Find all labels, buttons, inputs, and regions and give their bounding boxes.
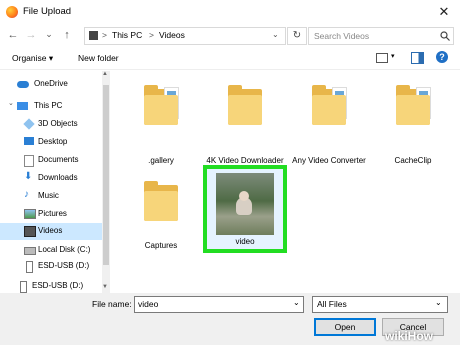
wikihow-watermark: wikiHow (385, 329, 434, 343)
navigation-pane: OneDrive This PC 3D Objects Desktop Docu… (0, 71, 104, 293)
sidebar-item-3d-objects[interactable]: 3D Objects (0, 117, 100, 132)
music-icon: ♪ (24, 189, 29, 200)
document-icon (24, 155, 34, 167)
download-icon: ⬇ (24, 171, 33, 182)
open-button[interactable]: Open (314, 318, 376, 336)
toolbar: Organise ▾ New folder ▾ ? (0, 47, 460, 70)
up-icon[interactable]: ↑ (60, 28, 74, 42)
search-icon (440, 31, 450, 41)
help-icon[interactable]: ? (436, 51, 448, 63)
video-thumbnail (216, 173, 274, 235)
sidebar-item-videos[interactable]: Videos (0, 223, 102, 240)
file-label: video (235, 237, 255, 246)
sidebar-item-downloads[interactable]: ⬇ Downloads (0, 171, 100, 186)
sidebar-item-onedrive[interactable]: OneDrive (0, 77, 100, 92)
sidebar-item-label: OneDrive (34, 79, 68, 88)
breadcrumb-this-pc[interactable]: This PC (112, 30, 142, 40)
folder-icon (144, 85, 179, 125)
folder-label: .gallery (148, 156, 174, 165)
sidebar-item-esd-usb[interactable]: ESD-USB (D:) (0, 259, 100, 274)
folder-item[interactable]: Any Video Converter (290, 81, 368, 171)
sidebar-item-esd-usb-2[interactable]: ESD-USB (D:) (0, 279, 100, 294)
sidebar-item-label: Pictures (38, 209, 67, 218)
firefox-icon (6, 6, 18, 18)
breadcrumb-separator: > (102, 30, 107, 40)
folder-item[interactable]: Captures (122, 177, 200, 257)
scroll-up-icon[interactable]: ▲ (102, 71, 108, 77)
preview-pane-icon[interactable] (411, 52, 424, 64)
sidebar-item-label: ESD-USB (D:) (32, 281, 84, 290)
sidebar-item-this-pc[interactable]: This PC (0, 99, 100, 114)
new-folder-button[interactable]: New folder (78, 53, 119, 63)
sidebar-item-label: ESD-USB (D:) (38, 261, 90, 270)
search-input[interactable]: Search Videos (308, 27, 454, 45)
recent-locations-icon[interactable]: ⌄ (42, 27, 56, 41)
address-dropdown-icon[interactable]: ⌄ (272, 30, 279, 39)
folder-item[interactable]: 4K Video Downloader (206, 81, 284, 171)
sidebar-item-label: 3D Objects (38, 119, 78, 128)
chevron-down-icon[interactable]: ⌄ (293, 298, 300, 307)
refresh-button[interactable]: ↻ (287, 27, 307, 45)
organise-button[interactable]: Organise ▾ (12, 53, 53, 64)
usb-icon (20, 281, 27, 293)
sidebar-item-label: Videos (38, 226, 63, 235)
title-bar: File Upload ✕ (0, 0, 460, 24)
sidebar-item-music[interactable]: ♪ Music (0, 189, 100, 204)
file-type-select[interactable]: All Files ⌄ (312, 296, 448, 313)
cube-icon (23, 118, 35, 130)
video-file-item[interactable]: video (203, 165, 287, 253)
folder-icon (396, 85, 431, 125)
sidebar-item-documents[interactable]: Documents (0, 153, 100, 168)
sidebar-scrollbar-thumb[interactable] (103, 85, 109, 265)
pc-location-icon (89, 31, 98, 40)
file-name-value: video (138, 299, 159, 309)
view-dropdown-icon[interactable]: ▾ (391, 52, 395, 60)
folder-icon (312, 85, 347, 125)
forward-icon[interactable]: → (24, 28, 38, 42)
view-options-icon[interactable] (376, 53, 388, 63)
cloud-icon (17, 81, 29, 88)
usb-icon (26, 261, 33, 273)
drive-icon (24, 247, 36, 255)
search-placeholder: Search Videos (314, 31, 370, 41)
sidebar-item-label: Desktop (38, 137, 68, 146)
folder-label: Any Video Converter (292, 156, 366, 165)
folder-label: CacheClip (394, 156, 432, 165)
scroll-down-icon[interactable]: ▼ (102, 284, 108, 290)
folder-item[interactable]: .gallery (122, 81, 200, 171)
desktop-icon (24, 137, 34, 145)
sidebar-item-label: Downloads (38, 173, 78, 182)
file-name-input[interactable]: video ⌄ (134, 296, 304, 313)
folder-label: Captures (144, 241, 178, 250)
video-icon (24, 226, 36, 237)
file-type-value: All Files (317, 299, 347, 309)
sidebar-item-label: Local Disk (C:) (38, 245, 91, 254)
sidebar-item-desktop[interactable]: Desktop (0, 135, 100, 150)
chevron-down-icon[interactable]: ⌄ (435, 298, 442, 307)
sidebar-item-pictures[interactable]: Pictures (0, 207, 100, 222)
computer-icon (17, 102, 28, 110)
breadcrumb-videos[interactable]: Videos (159, 30, 185, 40)
folder-icon (228, 85, 262, 125)
sidebar-item-local-disk[interactable]: Local Disk (C:) (0, 243, 100, 258)
folder-item[interactable]: CacheClip (374, 81, 452, 171)
address-bar[interactable]: > This PC > Videos ⌄ (84, 27, 286, 45)
breadcrumb-separator: > (149, 30, 154, 40)
file-name-label: File name: (92, 299, 132, 309)
close-button[interactable]: ✕ (432, 3, 456, 21)
back-icon[interactable]: ← (6, 28, 20, 42)
sidebar-item-label: Documents (38, 155, 79, 164)
file-list: .gallery 4K Video Downloader Any Video C… (110, 71, 460, 293)
chevron-down-icon[interactable]: ⌄ (8, 99, 14, 107)
sidebar-item-label: Music (38, 191, 59, 200)
pictures-icon (24, 209, 36, 219)
sidebar-item-label: This PC (34, 101, 63, 110)
folder-icon (144, 181, 178, 221)
window-title: File Upload (23, 6, 72, 17)
